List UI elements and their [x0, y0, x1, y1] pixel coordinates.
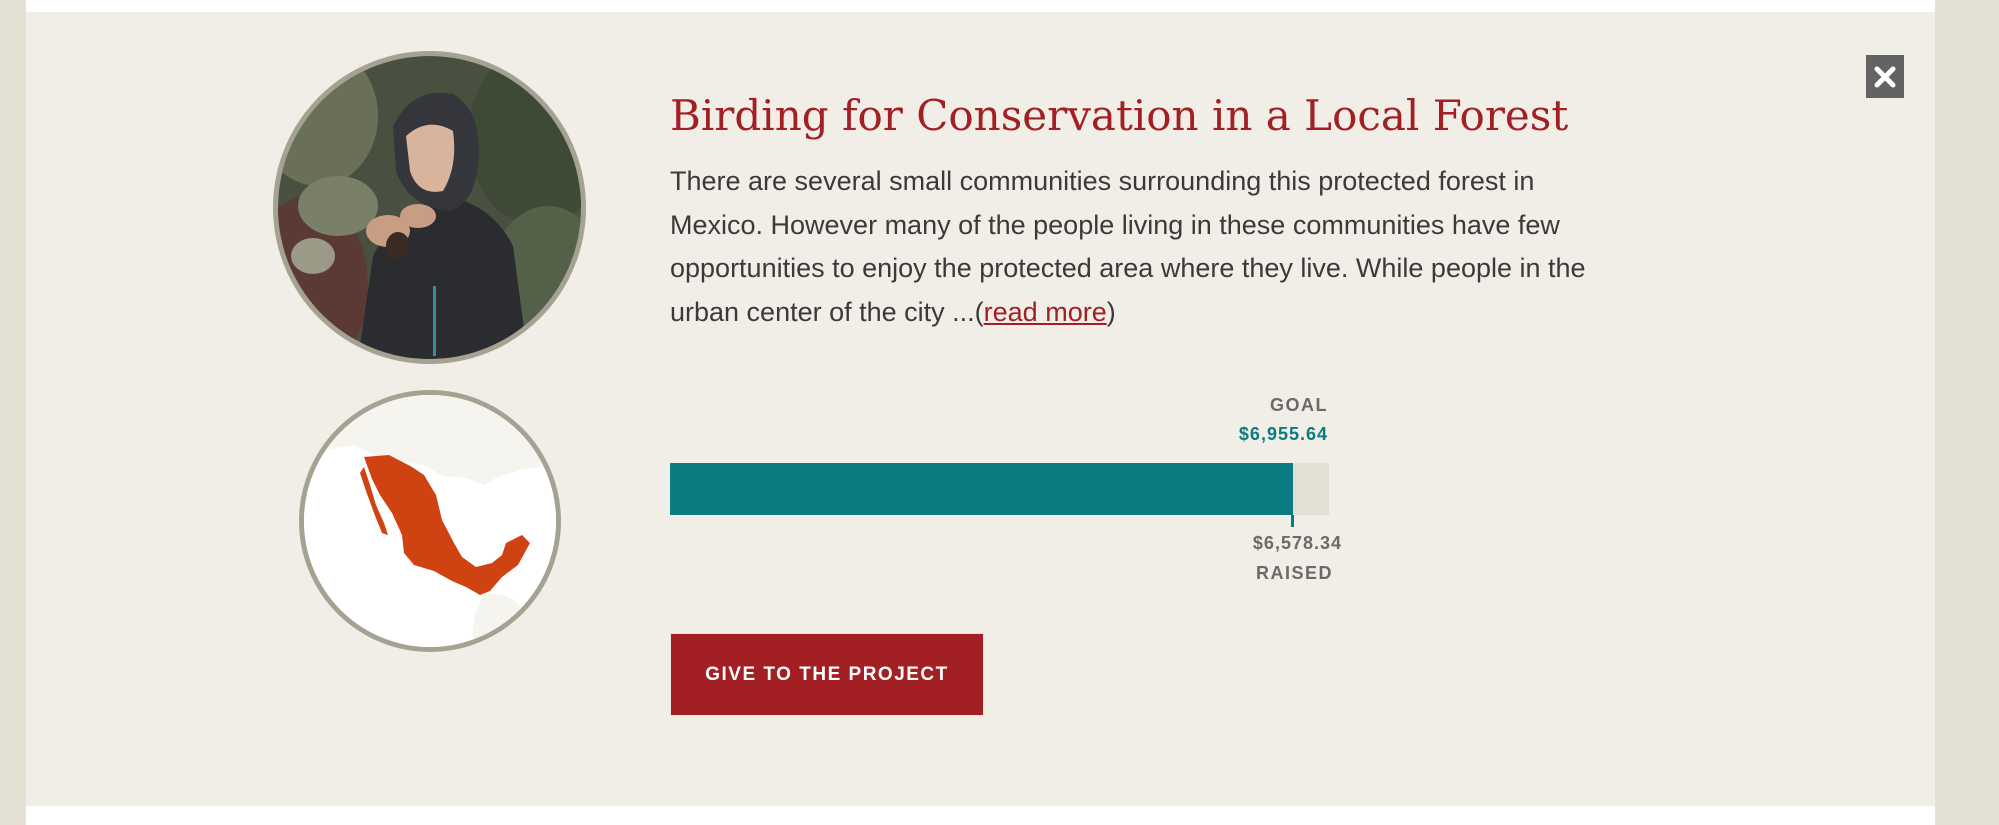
raised-marker: [1291, 515, 1294, 527]
close-button[interactable]: [1866, 55, 1904, 98]
goal-label: GOAL: [1270, 395, 1328, 415]
project-title: Birding for Conservation in a Local Fore…: [670, 91, 1569, 140]
goal-amount: $6,955.64: [1238, 424, 1328, 444]
raised-label: RAISED: [1255, 563, 1333, 583]
description-text: There are several small communities surr…: [670, 166, 1586, 327]
country-map: [299, 390, 561, 652]
project-description: There are several small communities surr…: [670, 160, 1590, 334]
give-to-project-button[interactable]: GIVE TO THE PROJECT: [671, 634, 983, 715]
project-photo: [273, 51, 586, 364]
description-close-paren: ): [1106, 296, 1116, 327]
raised-amount: $6,578.34: [1252, 533, 1342, 553]
read-more-link[interactable]: read more: [984, 297, 1107, 327]
page-bottom-strip: [26, 806, 1935, 825]
close-icon: [1874, 66, 1896, 87]
page-top-strip: [26, 0, 1935, 12]
funding-progress-fill: [670, 463, 1293, 515]
funding-progress-bar: [670, 463, 1329, 515]
